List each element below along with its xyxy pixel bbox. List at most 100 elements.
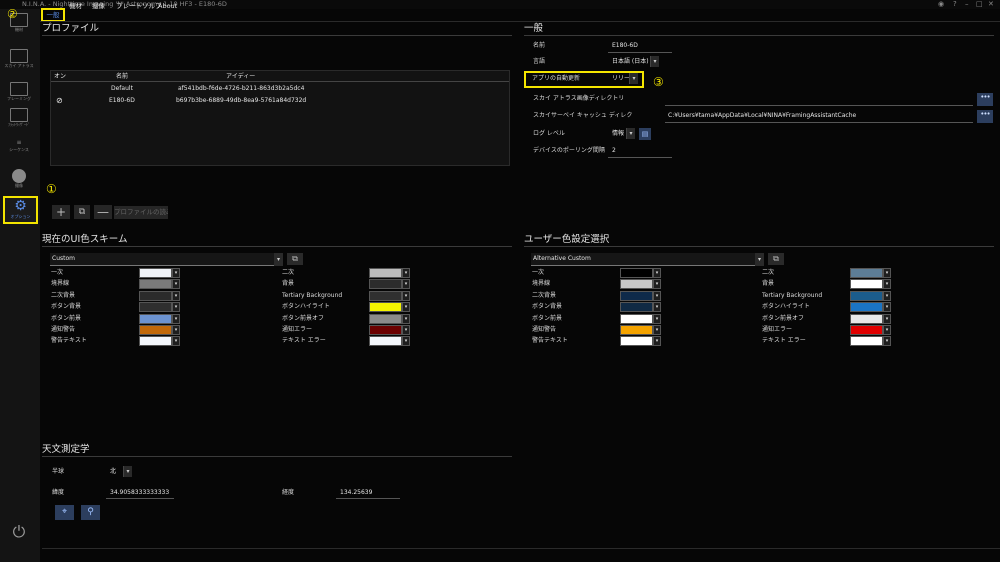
- help-icon[interactable]: ?: [953, 0, 957, 8]
- sidebar-item-sequence[interactable]: ≡ シーケンス: [3, 139, 35, 163]
- load-profile-button[interactable]: プロファイルの読み: [114, 206, 168, 219]
- eye-icon[interactable]: ◉: [938, 0, 944, 8]
- chevron-down-icon[interactable]: ▾: [883, 313, 891, 324]
- chevron-down-icon[interactable]: ▾: [172, 302, 180, 313]
- color-swatch[interactable]: [620, 302, 653, 313]
- location-pin-icon[interactable]: ⚲: [81, 505, 100, 520]
- chevron-down-icon[interactable]: ▾: [650, 56, 659, 67]
- add-profile-button[interactable]: +: [52, 205, 70, 219]
- chevron-down-icon[interactable]: ▾: [653, 313, 661, 324]
- polling-interval-field[interactable]: 2: [612, 147, 616, 155]
- close-icon[interactable]: ✕: [988, 0, 994, 8]
- chevron-down-icon[interactable]: ▾: [629, 73, 638, 84]
- chevron-down-icon[interactable]: ▾: [883, 302, 891, 313]
- color-swatch[interactable]: [620, 268, 653, 278]
- chevron-down-icon[interactable]: ▾: [402, 290, 410, 301]
- open-log-icon[interactable]: ▤: [639, 128, 651, 140]
- crosshair-icon[interactable]: ⌖: [55, 505, 74, 520]
- chevron-down-icon[interactable]: ▾: [653, 268, 661, 278]
- chevron-down-icon[interactable]: ▾: [172, 268, 180, 278]
- chevron-down-icon[interactable]: ▾: [172, 336, 180, 347]
- color-swatch[interactable]: [139, 279, 172, 290]
- sidebar-item-imaging[interactable]: 撮像: [3, 169, 35, 193]
- longitude-field[interactable]: 134.25639: [340, 489, 372, 497]
- chevron-down-icon[interactable]: ▾: [172, 313, 180, 324]
- color-swatch[interactable]: [620, 336, 653, 347]
- chevron-down-icon[interactable]: ▾: [626, 128, 635, 139]
- color-swatch[interactable]: [850, 290, 883, 301]
- chevron-down-icon[interactable]: ▾: [172, 325, 180, 335]
- maximize-icon[interactable]: □: [976, 0, 983, 8]
- chevron-down-icon[interactable]: ▾: [883, 325, 891, 335]
- skysurvey-cache-field[interactable]: C:¥Users¥tama¥AppData¥Local¥NINA¥Framing…: [668, 112, 856, 120]
- color-swatch[interactable]: [850, 325, 883, 335]
- chevron-down-icon[interactable]: ▾: [172, 290, 180, 301]
- tab-imaging[interactable]: 撮像: [92, 1, 105, 12]
- color-swatch[interactable]: [139, 313, 172, 324]
- chevron-down-icon[interactable]: ▾: [883, 268, 891, 278]
- color-swatch[interactable]: [369, 325, 402, 335]
- chevron-down-icon[interactable]: ▾: [402, 268, 410, 278]
- color-swatch[interactable]: [369, 290, 402, 301]
- remove-profile-button[interactable]: —: [94, 205, 112, 219]
- log-level-select[interactable]: 情報: [612, 130, 624, 138]
- chevron-down-icon[interactable]: ▾: [402, 313, 410, 324]
- tab-about[interactable]: About: [158, 1, 177, 12]
- color-swatch[interactable]: [850, 279, 883, 290]
- chevron-down-icon[interactable]: ▾: [883, 279, 891, 290]
- tab-platesolve[interactable]: プレートソルブ: [116, 1, 162, 12]
- sidebar-item-flatwizard[interactable]: ﾌﾗｯﾄｳｨｻﾞｰﾄﾞ: [3, 108, 35, 132]
- minimize-icon[interactable]: –: [965, 0, 969, 8]
- color-swatch[interactable]: [620, 313, 653, 324]
- color-swatch[interactable]: [369, 336, 402, 347]
- color-swatch[interactable]: [139, 325, 172, 335]
- tab-general[interactable]: 一般: [41, 8, 65, 22]
- color-swatch[interactable]: [139, 336, 172, 347]
- color-swatch[interactable]: [139, 290, 172, 301]
- chevron-down-icon[interactable]: ▾: [653, 290, 661, 301]
- chevron-down-icon[interactable]: ▾: [402, 279, 410, 290]
- language-select[interactable]: 日本語 (日本): [612, 58, 649, 66]
- sidebar-item-options[interactable]: ⚙ オプション: [3, 196, 38, 224]
- color-swatch[interactable]: [620, 290, 653, 301]
- browse-skyatlas-button[interactable]: •••: [977, 93, 993, 106]
- chevron-down-icon[interactable]: ▾: [402, 302, 410, 313]
- user-scheme-select[interactable]: Alternative Custom ▾: [531, 253, 764, 266]
- color-swatch[interactable]: [620, 279, 653, 290]
- copy-scheme-button[interactable]: ⧉: [287, 253, 303, 265]
- chevron-down-icon[interactable]: ▾: [653, 336, 661, 347]
- copy-user-scheme-button[interactable]: ⧉: [768, 253, 784, 265]
- browse-skysurvey-button[interactable]: •••: [977, 110, 993, 123]
- chevron-down-icon[interactable]: ▾: [123, 466, 132, 477]
- chevron-down-icon[interactable]: ▾: [883, 290, 891, 301]
- color-swatch[interactable]: [620, 325, 653, 335]
- table-row[interactable]: Default af541bdb-f6de-4726-b211-863d3b2a…: [51, 83, 509, 95]
- chevron-down-icon[interactable]: ▾: [883, 336, 891, 347]
- power-icon[interactable]: ⏻: [10, 523, 28, 541]
- chevron-down-icon[interactable]: ▾: [402, 336, 410, 347]
- copy-profile-button[interactable]: ⧉: [74, 205, 90, 219]
- chevron-down-icon[interactable]: ▾: [653, 302, 661, 313]
- sidebar-item-skyatlas[interactable]: スカイ アトラス: [3, 49, 35, 73]
- color-swatch[interactable]: [850, 302, 883, 313]
- table-row[interactable]: ⊘ E180-6D b697b3be-6889-49db-8ea9-5761a8…: [51, 95, 509, 107]
- color-swatch[interactable]: [369, 302, 402, 313]
- latitude-field[interactable]: 34.9058333333333: [110, 489, 169, 497]
- name-field[interactable]: E180-6D: [612, 42, 638, 50]
- chevron-down-icon[interactable]: ▾: [653, 279, 661, 290]
- hemisphere-select[interactable]: 北: [110, 468, 116, 476]
- chevron-down-icon[interactable]: ▾: [653, 325, 661, 335]
- color-swatch[interactable]: [850, 313, 883, 324]
- color-swatch[interactable]: [139, 268, 172, 278]
- ui-scheme-select[interactable]: Custom ▾: [50, 253, 283, 266]
- sidebar-item-framing[interactable]: フレーミング: [3, 82, 35, 106]
- color-swatch[interactable]: [369, 313, 402, 324]
- color-swatch[interactable]: [850, 268, 883, 278]
- color-swatch[interactable]: [139, 302, 172, 313]
- color-swatch[interactable]: [369, 279, 402, 290]
- tab-equipment[interactable]: 機材: [69, 1, 82, 12]
- color-swatch[interactable]: [369, 268, 402, 278]
- chevron-down-icon[interactable]: ▾: [172, 279, 180, 290]
- color-swatch[interactable]: [850, 336, 883, 347]
- chevron-down-icon[interactable]: ▾: [402, 325, 410, 335]
